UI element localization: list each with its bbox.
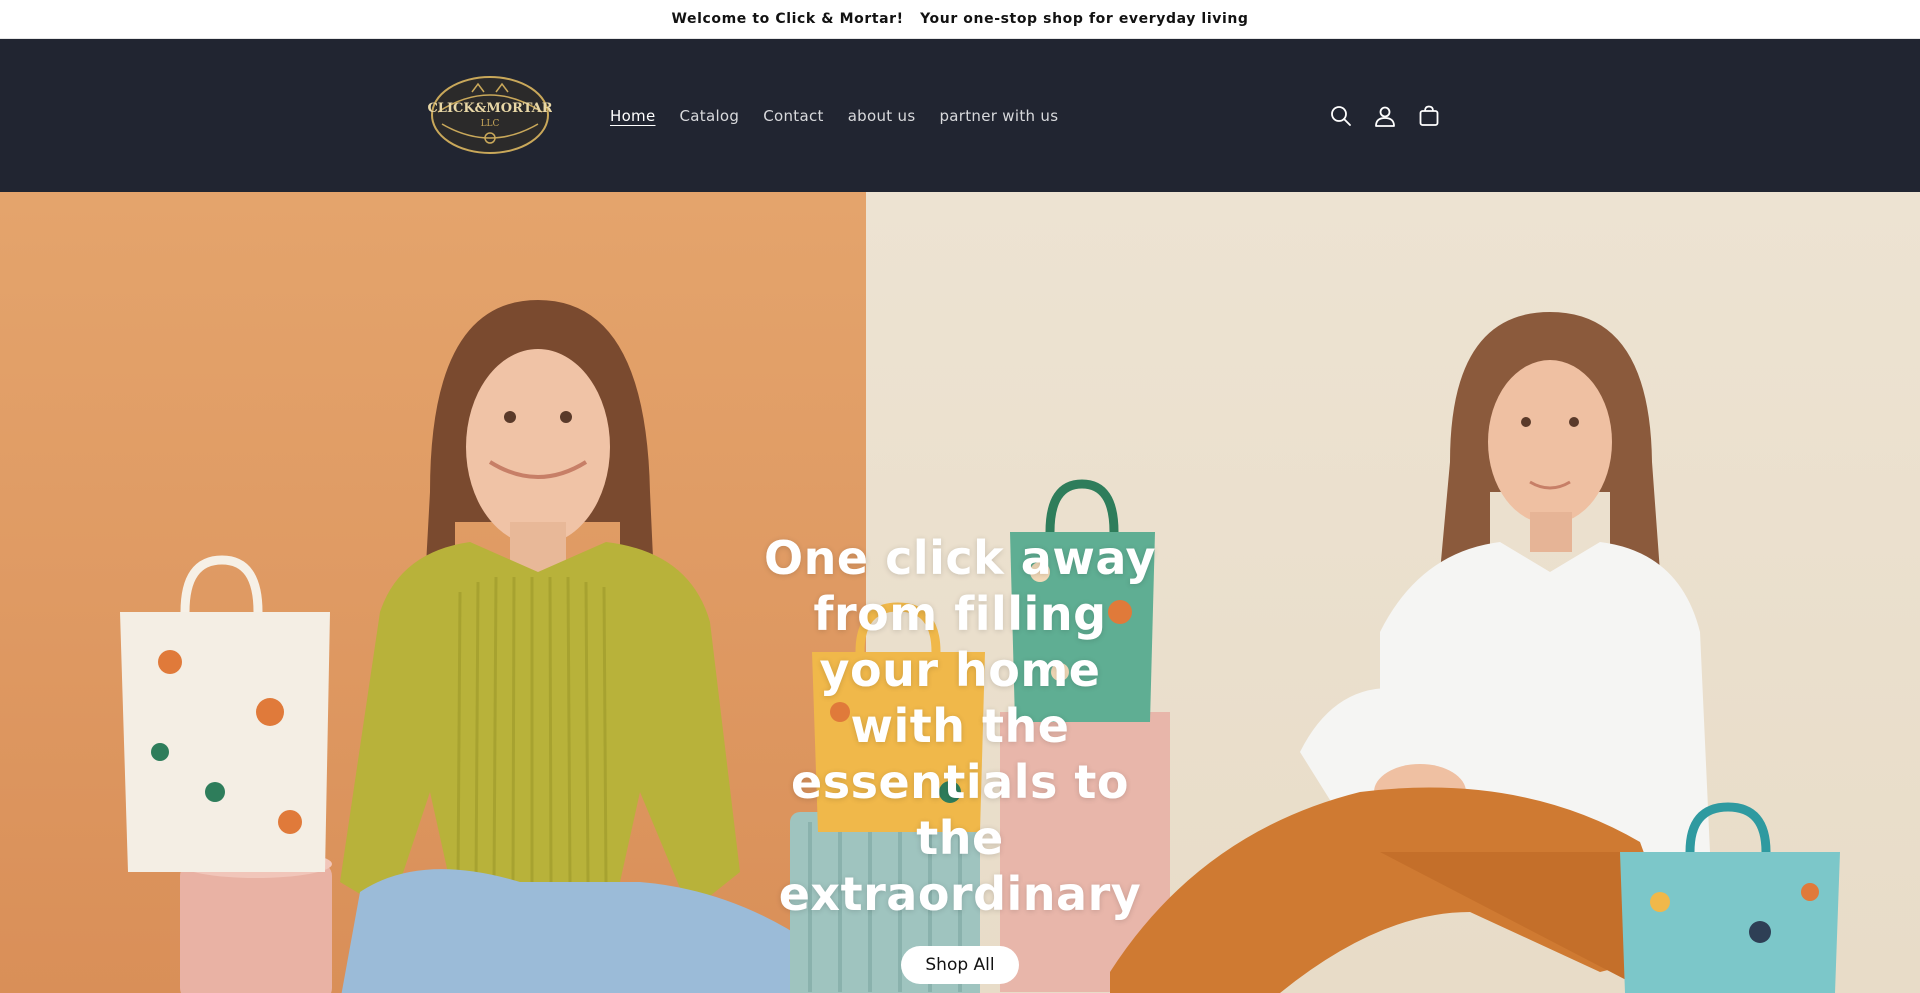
nav-home[interactable]: Home xyxy=(598,107,668,125)
hero-banner: One click away from filling your home wi… xyxy=(0,192,1920,993)
hero-title: One click away from filling your home wi… xyxy=(764,531,1156,921)
cart-icon[interactable] xyxy=(1416,103,1442,129)
svg-text:LLC: LLC xyxy=(481,119,500,129)
account-icon[interactable] xyxy=(1372,103,1398,129)
search-icon[interactable] xyxy=(1328,103,1354,129)
nav-about-us[interactable]: about us xyxy=(836,107,928,125)
nav-contact[interactable]: Contact xyxy=(751,107,835,125)
site-header: CLICK&MORTAR LLC Home Catalog Contact ab… xyxy=(0,39,1920,192)
announcement-text: Welcome to Click & Mortar! Your one-stop… xyxy=(671,11,1249,27)
nav-partner-with-us[interactable]: partner with us xyxy=(927,107,1070,125)
nav-catalog[interactable]: Catalog xyxy=(668,107,752,125)
hero-content: One click away from filling your home wi… xyxy=(760,530,1160,984)
main-nav: Home Catalog Contact about us partner wi… xyxy=(598,39,1070,192)
brand-logo[interactable]: CLICK&MORTAR LLC xyxy=(427,72,553,158)
svg-text:CLICK&MORTAR: CLICK&MORTAR xyxy=(428,101,552,116)
shop-all-button[interactable]: Shop All xyxy=(901,946,1019,984)
header-icons xyxy=(1328,39,1442,192)
announcement-bar: Welcome to Click & Mortar! Your one-stop… xyxy=(0,0,1920,39)
